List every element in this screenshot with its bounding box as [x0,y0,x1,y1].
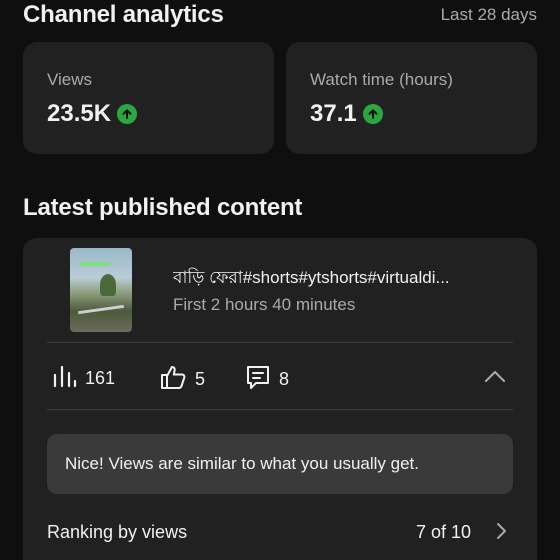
collapse-button[interactable] [483,366,507,390]
arrow-up-circle-icon [362,104,383,124]
latest-content-heading: Latest published content [23,194,303,221]
thumbnail-caption-strip [80,262,110,266]
insight-text: Nice! Views are similar to what you usua… [65,454,420,473]
video-thumbnail[interactable] [70,248,132,332]
analytics-title: Channel analytics [23,1,224,28]
watch-time-label: Watch time (hours) [310,70,453,89]
video-meta: First 2 hours 40 minutes [173,295,356,314]
comments-count: 8 [279,369,290,389]
comments-metric: 8 [245,364,289,395]
divider [47,409,513,410]
bar-chart-icon [51,364,77,393]
watch-time-value-row: 37.1 [310,100,383,128]
video-title[interactable]: বাড়ি ফেরা#shorts#ytshorts#virtualdi... [173,265,523,293]
views-label: Views [47,70,93,89]
likes-metric: 5 [159,364,205,395]
views-metric: 161 [51,364,115,393]
ranking-row[interactable]: Ranking by views 7 of 10 [47,518,513,546]
thumbs-up-icon [159,364,187,395]
views-value-row: 23.5K [47,100,138,128]
ranking-label: Ranking by views [47,521,188,542]
watch-time-card[interactable]: Watch time (hours) 37.1 [286,42,537,154]
comment-icon [245,364,271,395]
likes-count: 5 [195,369,206,389]
arrow-up-circle-icon [117,104,138,124]
analytics-header: Channel analytics Last 28 days [23,0,537,30]
views-card[interactable]: Views 23.5K [23,42,274,154]
ranking-value: 7 of 10 [415,521,471,542]
views-value: 23.5K [47,100,112,127]
insight-box: Nice! Views are similar to what you usua… [47,434,513,494]
divider [47,342,513,343]
views-count: 161 [85,368,116,388]
watch-time-value: 37.1 [310,100,357,127]
chevron-right-icon [495,522,507,545]
thumbnail-track [78,304,124,315]
period-label: Last 28 days [440,5,537,24]
chevron-up-icon [484,369,506,388]
thumbnail-tree [100,274,116,296]
channel-analytics-page: Channel analytics Last 28 days Views 23.… [0,0,560,560]
latest-content-card: বাড়ি ফেরা#shorts#ytshorts#virtualdi... … [23,238,537,560]
